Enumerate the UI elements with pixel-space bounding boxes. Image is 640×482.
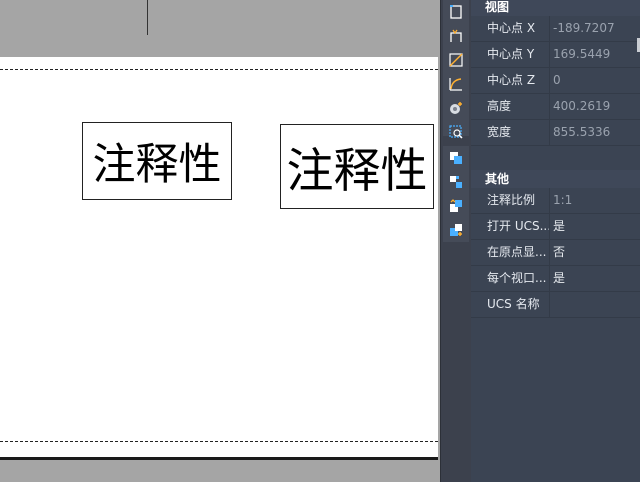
gear-plus-icon[interactable]	[443, 96, 469, 120]
property-row[interactable]: 高度 400.2619	[471, 94, 640, 120]
property-row[interactable]: 中心点 X -189.7207	[471, 16, 640, 42]
property-label: 中心点 Y	[471, 42, 550, 67]
property-row[interactable]: 打开 UCS... 是	[471, 214, 640, 240]
property-label: 中心点 X	[471, 16, 550, 41]
property-value: 1:1	[553, 193, 573, 207]
viewport-edge-line	[147, 0, 148, 35]
property-value: -189.7207	[553, 21, 615, 35]
property-label: 在原点显...	[471, 240, 550, 265]
property-label: 中心点 Z	[471, 68, 550, 93]
property-value[interactable]: 否	[550, 240, 565, 265]
bring-front-icon[interactable]	[443, 218, 469, 242]
property-row[interactable]: 每个视口... 是	[471, 266, 640, 292]
line-icon[interactable]	[443, 48, 469, 72]
property-value[interactable]: 是	[550, 214, 565, 239]
property-row[interactable]: 注释比例 1:1	[471, 188, 640, 214]
select-window-icon[interactable]	[443, 0, 469, 24]
layout-paper[interactable]	[0, 57, 438, 460]
property-label: 宽度	[471, 120, 550, 145]
property-label: 每个视口...	[471, 266, 550, 291]
move-up-icon[interactable]	[443, 194, 469, 218]
property-row[interactable]: 宽度 855.5336	[471, 120, 640, 146]
property-value: 855.5336	[553, 125, 611, 139]
property-label: 注释比例	[471, 188, 550, 213]
property-value: 169.5449	[553, 47, 611, 61]
annotative-text-1[interactable]: 注释性	[82, 122, 232, 200]
array-icon[interactable]	[443, 170, 469, 194]
view-section-header[interactable]: 视图	[471, 0, 640, 16]
arc-icon[interactable]	[443, 72, 469, 96]
property-value: 0	[553, 73, 561, 87]
property-row[interactable]: 在原点显... 否	[471, 240, 640, 266]
annotative-text-2[interactable]: 注释性	[280, 124, 434, 209]
copy-overlap-icon[interactable]	[443, 146, 469, 170]
tool-group-2	[443, 146, 469, 242]
printable-area-top-border	[0, 69, 438, 70]
property-value: 400.2619	[553, 99, 611, 113]
crossing-icon[interactable]	[443, 24, 469, 48]
tool-group-1	[443, 0, 469, 139]
property-label: 打开 UCS...	[471, 214, 550, 239]
property-row[interactable]: 中心点 Y 169.5449	[471, 42, 640, 68]
zoom-object-icon[interactable]	[443, 120, 469, 144]
property-row[interactable]: UCS 名称	[471, 292, 640, 318]
property-row[interactable]: 中心点 Z 0	[471, 68, 640, 94]
printable-area-bottom-border	[0, 441, 438, 442]
other-section-header[interactable]: 其他	[471, 170, 640, 188]
quick-select-toolbar	[440, 0, 471, 482]
property-value[interactable]	[550, 292, 553, 317]
property-label: 高度	[471, 94, 550, 119]
property-label: UCS 名称	[471, 292, 550, 317]
drawing-canvas[interactable]: 注释性 注释性	[0, 0, 440, 482]
property-value[interactable]: 是	[550, 266, 565, 291]
properties-panel: 视图 中心点 X -189.7207 中心点 Y 169.5449 中心点 Z …	[471, 0, 640, 482]
